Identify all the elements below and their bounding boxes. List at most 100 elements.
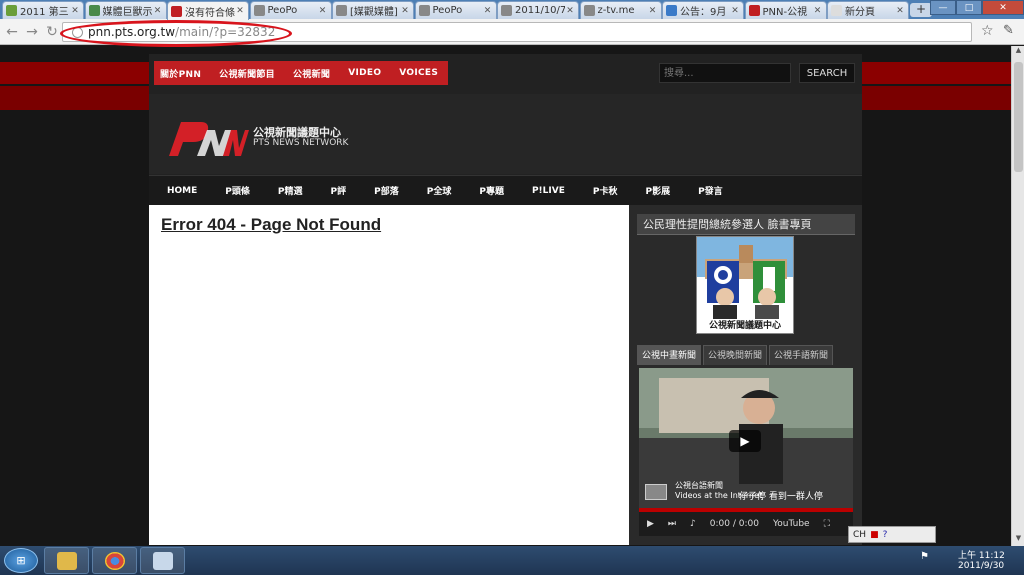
top-menu-item[interactable]: VOICES bbox=[399, 68, 438, 78]
flag-icon[interactable]: ⚑ bbox=[920, 551, 929, 562]
search-button[interactable]: SEARCH bbox=[799, 63, 855, 83]
tab-label: 沒有符合條 bbox=[185, 7, 235, 19]
browser-tab[interactable]: [媒觀媒體] ✕ bbox=[332, 1, 414, 19]
tab-label: 2011/10/7 bbox=[515, 5, 565, 16]
top-menu: 關於PNN 公視新聞節目 公視新聞 VIDEO VOICES bbox=[154, 61, 449, 85]
pnn-logo-icon[interactable] bbox=[167, 116, 249, 160]
main-nav-item[interactable]: P全球 bbox=[427, 184, 452, 197]
taskbar-paint[interactable] bbox=[140, 547, 185, 574]
top-menu-item[interactable]: 公視新聞節目 bbox=[219, 67, 275, 80]
tab-close-icon[interactable]: ✕ bbox=[318, 6, 328, 16]
maximize-icon[interactable]: □ bbox=[956, 0, 982, 15]
main-nav-item[interactable]: P專題 bbox=[479, 184, 504, 197]
video-tab[interactable]: 公視手語新聞 bbox=[769, 345, 834, 365]
tab-label: PeoPo bbox=[432, 5, 463, 16]
tab-favicon-icon bbox=[831, 5, 842, 16]
scroll-down-icon[interactable]: ▼ bbox=[1012, 534, 1024, 546]
new-tab-button[interactable]: + bbox=[910, 3, 932, 17]
youtube-logo[interactable]: YouTube bbox=[773, 519, 810, 529]
main-nav-item[interactable]: HOME bbox=[167, 186, 197, 196]
browser-tab[interactable]: 公告：9月 ✕ bbox=[662, 1, 744, 19]
top-menu-item[interactable]: VIDEO bbox=[348, 68, 381, 78]
tab-close-icon[interactable]: ✕ bbox=[813, 6, 823, 16]
play-overlay-icon[interactable]: ▶ bbox=[729, 430, 761, 452]
browser-tab[interactable]: 媒體巨獸示 ✕ bbox=[84, 1, 167, 19]
bookmark-star-icon[interactable]: ☆ bbox=[981, 23, 994, 39]
tab-favicon-icon bbox=[171, 5, 182, 17]
close-window-icon[interactable]: ✕ bbox=[982, 0, 1024, 15]
browser-tab-strip: 2011 第三 ✕ 媒體巨獸示 ✕ 沒有符合條 ✕ PeoPo ✕ [媒觀媒體] ✕ PeoPo ✕ 2… bbox=[0, 0, 1024, 20]
search-input[interactable] bbox=[659, 63, 791, 83]
start-button[interactable]: ⊞ bbox=[4, 548, 38, 573]
browser-tab[interactable]: PeoPo ✕ bbox=[249, 1, 332, 19]
ime-icon[interactable]: ■ bbox=[870, 530, 879, 540]
main-nav-item[interactable]: P!LIVE bbox=[532, 186, 565, 196]
windows-taskbar: ⊞ bbox=[0, 546, 1024, 575]
tab-label: 媒體巨獸示 bbox=[102, 7, 153, 18]
wrench-icon[interactable]: ✎ bbox=[1003, 23, 1014, 38]
site-container: 關於PNN 公視新聞節目 公視新聞 VIDEO VOICES SEARCH 公視新聞議題… bbox=[149, 54, 862, 545]
play-icon[interactable]: ▶ bbox=[647, 519, 654, 529]
taskbar-chrome[interactable] bbox=[92, 547, 137, 574]
main-nav-item[interactable]: P影展 bbox=[645, 184, 670, 197]
tab-label: z-tv.me bbox=[597, 5, 635, 16]
fullscreen-icon[interactable]: ⛶ bbox=[824, 519, 830, 529]
browser-tab[interactable]: 新分頁 ✕ bbox=[827, 1, 909, 19]
browser-tab[interactable]: 2011/10/7 ✕ bbox=[497, 1, 579, 19]
back-arrow-icon[interactable]: ← bbox=[4, 24, 20, 40]
main-nav-item[interactable]: P頭條 bbox=[225, 184, 250, 197]
page-scrollbar[interactable]: ▲ ▼ bbox=[1011, 46, 1024, 546]
folder-icon bbox=[57, 552, 77, 570]
video-player[interactable]: ▶ 公視台語新聞 Videos at the Internet 仔子停 看到一群… bbox=[639, 368, 853, 536]
video-tab[interactable]: 公視晚間新聞 bbox=[703, 345, 768, 365]
main-nav-item[interactable]: P發言 bbox=[698, 184, 723, 197]
tab-label: 公告：9月 bbox=[680, 7, 727, 18]
scroll-thumb[interactable] bbox=[1014, 62, 1023, 172]
ime-toolbar[interactable]: CH ■ ? bbox=[848, 526, 936, 543]
tab-label: 2011 第三 bbox=[20, 7, 69, 18]
tab-favicon-icon bbox=[748, 5, 760, 16]
tab-close-icon[interactable]: ✕ bbox=[895, 6, 905, 16]
clock-time: 上午 11:12 bbox=[958, 551, 1005, 561]
sidebar-heading[interactable]: 公民理性提問總統參選人 臉書專頁 bbox=[637, 214, 855, 235]
tab-close-icon[interactable]: ✕ bbox=[483, 6, 493, 16]
browser-tab[interactable]: PeoPo ✕ bbox=[414, 1, 497, 19]
tab-close-icon[interactable]: ✕ bbox=[235, 6, 245, 16]
taskbar-explorer[interactable] bbox=[44, 547, 89, 574]
tab-favicon-icon bbox=[253, 5, 265, 16]
main-nav-item[interactable]: P評 bbox=[331, 184, 347, 197]
tab-close-icon[interactable]: ✕ bbox=[565, 6, 575, 16]
minimize-icon[interactable]: — bbox=[930, 0, 956, 15]
top-menu-item[interactable]: 關於PNN bbox=[160, 67, 201, 80]
volume-icon[interactable]: ♪ bbox=[690, 519, 696, 529]
browser-tab[interactable]: 2011 第三 ✕ bbox=[2, 1, 84, 19]
tab-label: PeoPo bbox=[267, 5, 298, 16]
help-icon[interactable]: ? bbox=[883, 530, 888, 540]
forward-arrow-icon[interactable]: → bbox=[24, 24, 40, 40]
scroll-up-icon[interactable]: ▲ bbox=[1012, 46, 1024, 58]
tab-close-icon[interactable]: ✕ bbox=[730, 6, 740, 16]
tab-close-icon[interactable]: ✕ bbox=[70, 6, 80, 16]
tab-close-icon[interactable]: ✕ bbox=[153, 6, 163, 16]
tab-close-icon[interactable]: ✕ bbox=[400, 6, 410, 16]
tab-label: 新分頁 bbox=[845, 7, 875, 18]
tab-label: [媒觀媒體] bbox=[350, 7, 398, 18]
windows-logo-icon: ⊞ bbox=[16, 554, 26, 567]
browser-tab[interactable]: PNN-公視 ✕ bbox=[744, 1, 827, 19]
next-icon[interactable]: ⏭ bbox=[668, 519, 676, 529]
election-banner[interactable]: 公視新聞議題中心 bbox=[696, 236, 794, 334]
tab-close-icon[interactable]: ✕ bbox=[648, 6, 658, 16]
video-tab[interactable]: 公視中晝新聞 bbox=[637, 345, 702, 365]
top-menu-item[interactable]: 公視新聞 bbox=[293, 67, 330, 80]
tab-favicon-icon bbox=[88, 5, 100, 16]
error-title: Error 404 - Page Not Found bbox=[161, 215, 382, 234]
tab-favicon-icon bbox=[666, 5, 677, 16]
browser-tab[interactable]: 沒有符合條 ✕ bbox=[167, 1, 249, 20]
channel-thumbnail[interactable] bbox=[645, 484, 667, 500]
main-nav-item[interactable]: P精選 bbox=[278, 184, 303, 197]
main-nav-item[interactable]: P卡秋 bbox=[593, 184, 618, 197]
browser-tab[interactable]: z-tv.me ✕ bbox=[579, 1, 662, 19]
main-nav-item[interactable]: P部落 bbox=[374, 184, 399, 197]
reload-icon[interactable]: ↻ bbox=[44, 24, 60, 40]
window-controls: — □ ✕ bbox=[930, 0, 1024, 15]
